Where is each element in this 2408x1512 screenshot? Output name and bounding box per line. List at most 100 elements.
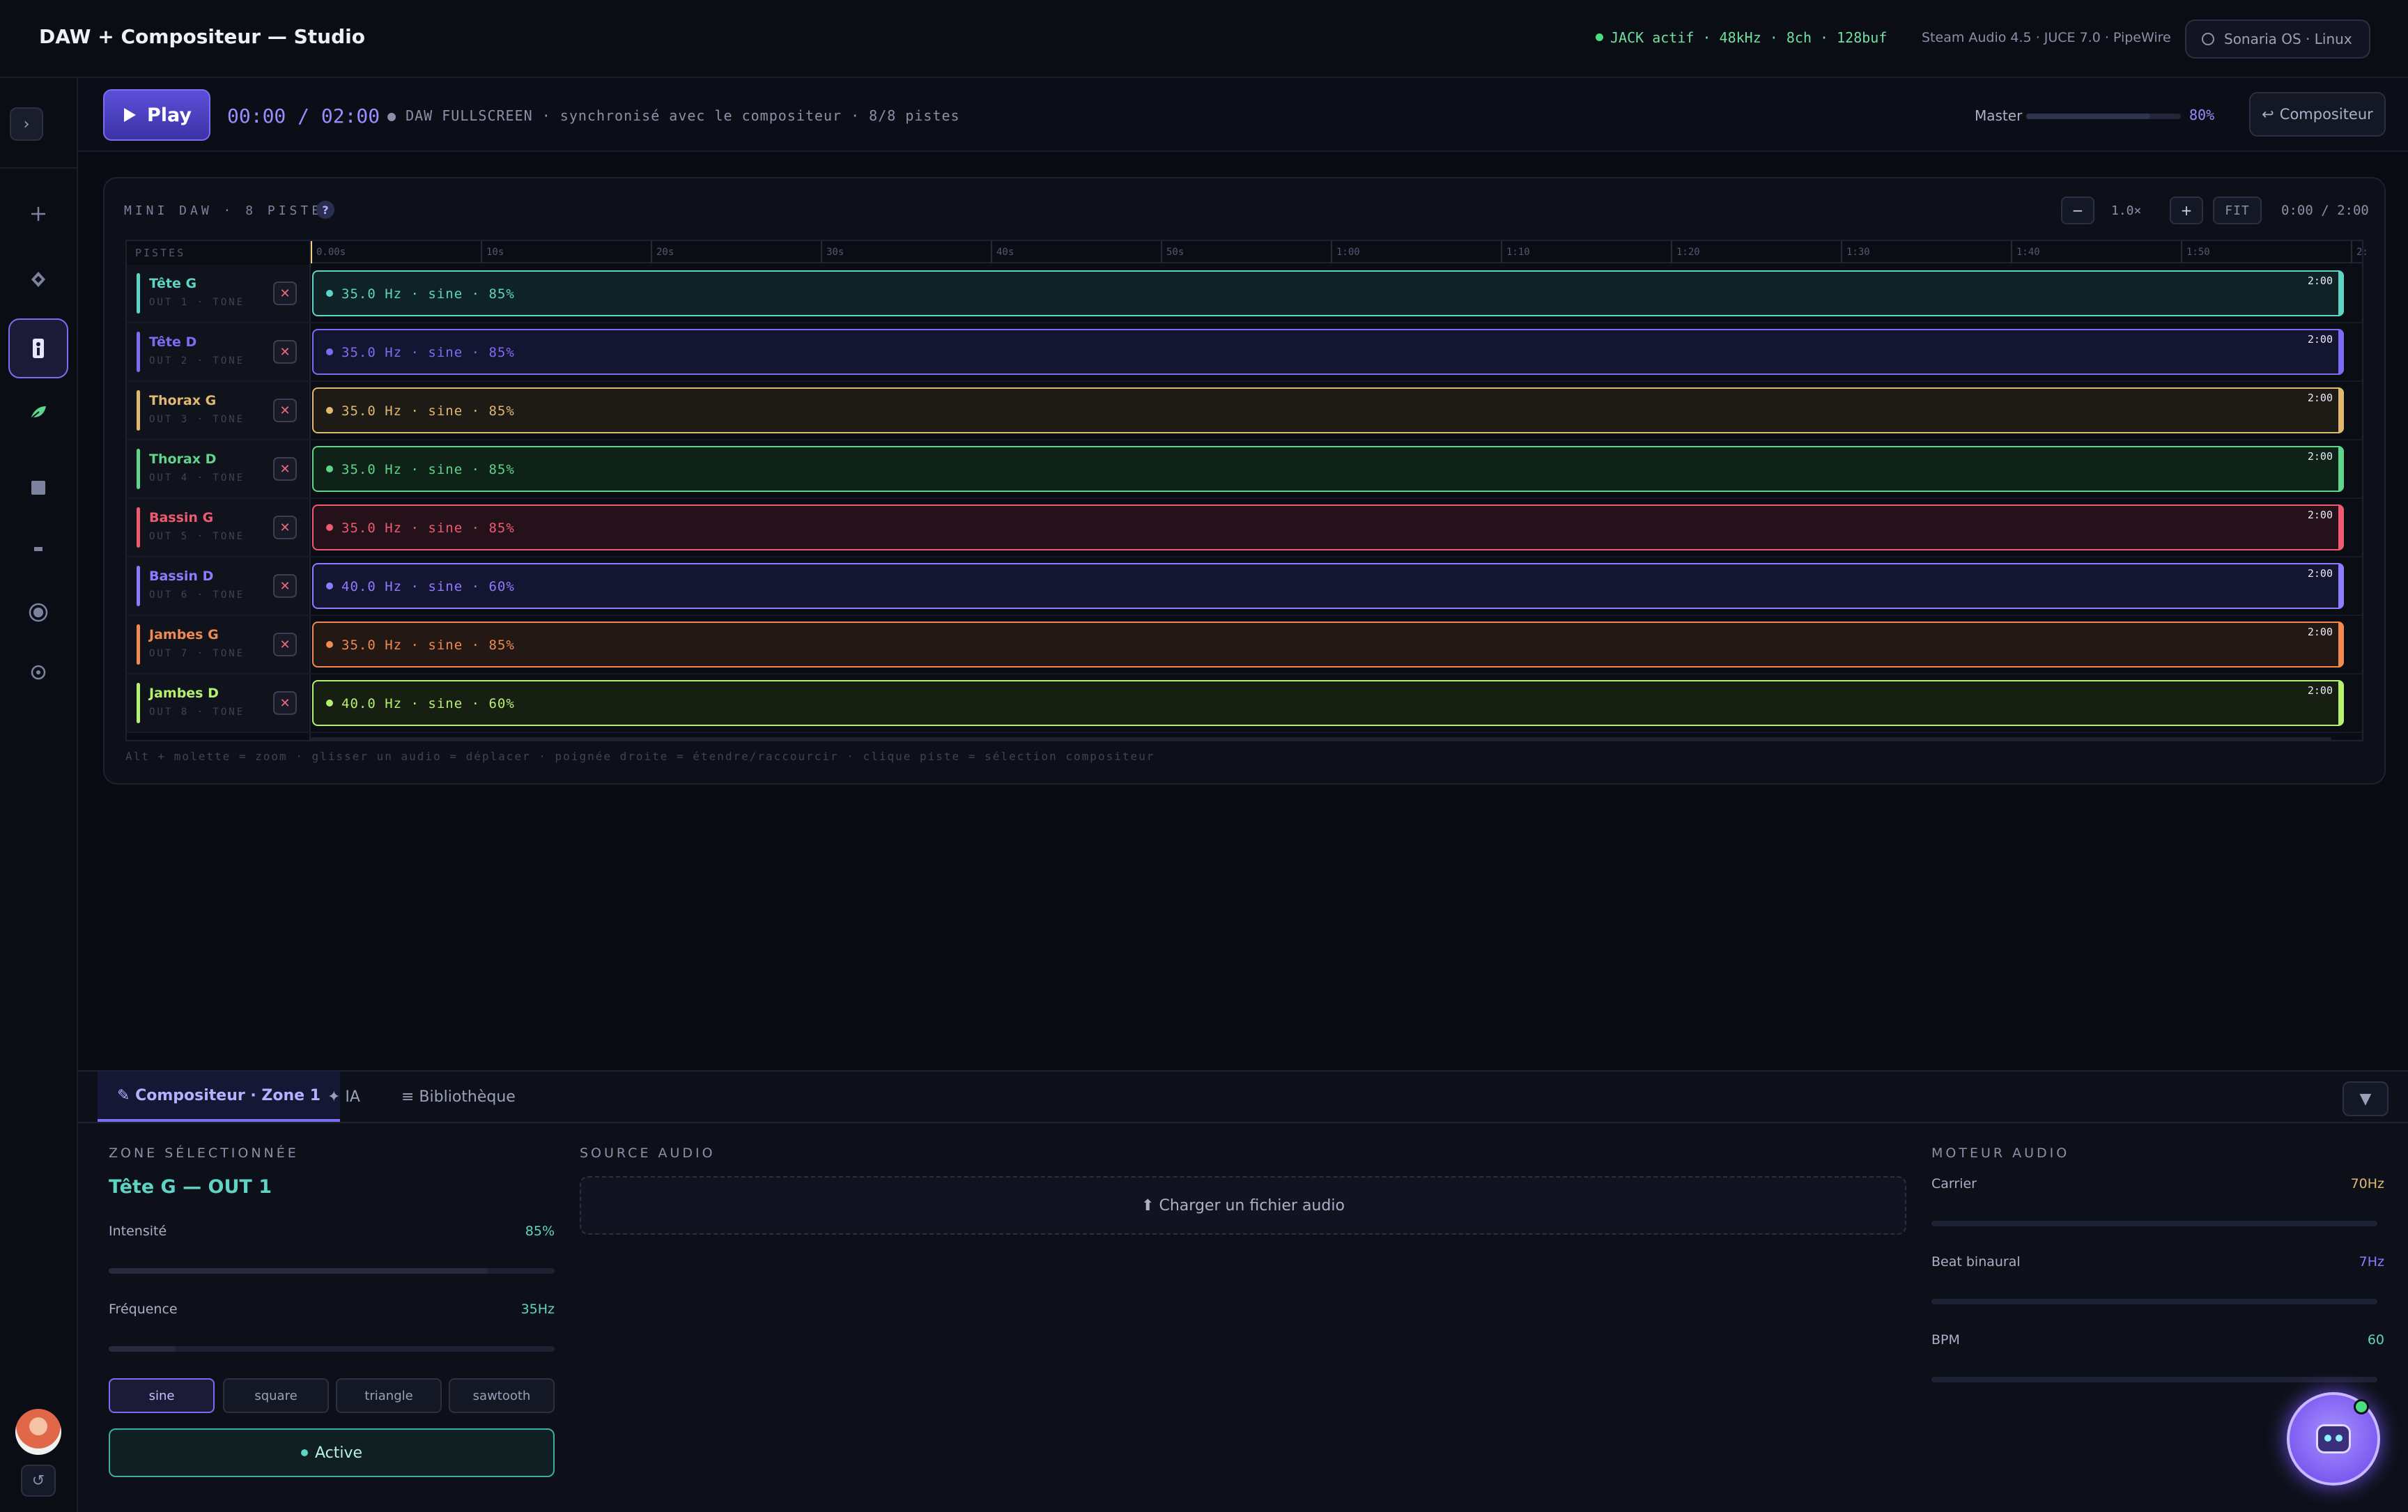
clip-label: 35.0 Hz · sine · 85% bbox=[341, 286, 515, 302]
clip-dot-icon bbox=[326, 583, 333, 589]
compositor-button[interactable]: ↩ Compositeur bbox=[2249, 92, 2386, 137]
audio-clip[interactable]: 35.0 Hz · sine · 85% 2:00 bbox=[312, 504, 2344, 550]
tab-ia[interactable]: ✦ IA bbox=[308, 1072, 380, 1122]
beat-label: Beat binaural bbox=[1931, 1254, 2021, 1270]
clip-label-wrap: 40.0 Hz · sine · 60% bbox=[326, 696, 515, 711]
track-row[interactable]: Bassin G OUT 5 · TONE ✕ 35.0 Hz · sine · 85… bbox=[127, 499, 2362, 557]
track-row[interactable]: Tête G OUT 1 · TONE ✕ 35.0 Hz · sine · 85% 2… bbox=[127, 265, 2362, 323]
zoom-out-button[interactable]: − bbox=[2061, 196, 2094, 224]
ruler-tick: 20s bbox=[651, 241, 674, 263]
clip-end-time: 2:00 bbox=[2307, 509, 2333, 521]
track-header[interactable]: Thorax G OUT 3 · TONE ✕ bbox=[127, 382, 309, 439]
help-icon[interactable]: ? bbox=[316, 201, 334, 219]
target-icon[interactable] bbox=[8, 642, 68, 702]
clip-resize-handle[interactable] bbox=[2338, 329, 2344, 375]
audio-clip[interactable]: 35.0 Hz · sine · 85% 2:00 bbox=[312, 387, 2344, 433]
source-section-title: SOURCE AUDIO bbox=[580, 1145, 716, 1161]
audio-clip[interactable]: 35.0 Hz · sine · 85% 2:00 bbox=[312, 270, 2344, 316]
beat-slider[interactable] bbox=[1931, 1299, 2377, 1304]
track-color-bar bbox=[137, 390, 140, 431]
upload-audio-button[interactable]: ⬆ Charger un fichier audio bbox=[580, 1176, 1906, 1235]
master-volume-slider[interactable] bbox=[2026, 114, 2181, 119]
body-map-icon[interactable] bbox=[8, 318, 68, 378]
track-header[interactable]: Bassin G OUT 5 · TONE ✕ bbox=[127, 499, 309, 556]
add-icon[interactable] bbox=[8, 184, 68, 244]
beat-value: 7Hz bbox=[2359, 1254, 2384, 1270]
clip-resize-handle[interactable] bbox=[2338, 270, 2344, 316]
track-header[interactable]: Jambes G OUT 7 · TONE ✕ bbox=[127, 616, 309, 673]
horizontal-scrollbar[interactable] bbox=[311, 737, 2331, 741]
timeline-ruler[interactable]: 0.00s 10s 20s 30s 40s 50s 1:00 1:10 1:20 1:30 1:40… bbox=[311, 241, 2368, 263]
bpm-slider[interactable] bbox=[1931, 1377, 2377, 1382]
clip-resize-handle[interactable] bbox=[2338, 622, 2344, 668]
wave-sine-button[interactable]: sine bbox=[109, 1378, 215, 1413]
track-row[interactable]: Bassin D OUT 6 · TONE ✕ 40.0 Hz · sine · 60… bbox=[127, 557, 2362, 616]
clip-dot-icon bbox=[326, 348, 333, 355]
audio-clip[interactable]: 40.0 Hz · sine · 60% 2:00 bbox=[312, 680, 2344, 726]
clip-label-wrap: 35.0 Hz · sine · 85% bbox=[326, 345, 515, 360]
frequency-slider[interactable] bbox=[109, 1346, 555, 1352]
track-row[interactable]: Tête D OUT 2 · TONE ✕ 35.0 Hz · sine · 85% 2… bbox=[127, 323, 2362, 382]
wave-triangle-button[interactable]: triangle bbox=[336, 1378, 442, 1413]
track-row[interactable]: Jambes G OUT 7 · TONE ✕ 35.0 Hz · sine · 85… bbox=[127, 616, 2362, 674]
track-row[interactable]: Jambes D OUT 8 · TONE ✕ 40.0 Hz · sine · 60… bbox=[127, 674, 2362, 733]
track-row[interactable]: Thorax G OUT 3 · TONE ✕ 35.0 Hz · sine · 85… bbox=[127, 382, 2362, 440]
audio-clip[interactable]: 35.0 Hz · sine · 85% 2:00 bbox=[312, 622, 2344, 668]
track-header[interactable]: Tête D OUT 2 · TONE ✕ bbox=[127, 323, 309, 380]
active-toggle-button[interactable]: Active bbox=[109, 1428, 555, 1477]
delete-track-icon[interactable]: ✕ bbox=[273, 399, 297, 422]
track-header[interactable]: Bassin D OUT 6 · TONE ✕ bbox=[127, 557, 309, 615]
disc-icon[interactable] bbox=[8, 583, 68, 642]
track-header[interactable]: Jambes D OUT 8 · TONE ✕ bbox=[127, 674, 309, 732]
sidebar-divider bbox=[0, 167, 78, 169]
clip-label: 35.0 Hz · sine · 85% bbox=[341, 520, 515, 536]
track-output: OUT 1 · TONE bbox=[149, 297, 245, 308]
ruler-tick: 1:50 bbox=[2181, 241, 2210, 263]
clip-resize-handle[interactable] bbox=[2338, 680, 2344, 726]
diamond-icon[interactable] bbox=[8, 249, 68, 309]
audio-clip[interactable]: 35.0 Hz · sine · 85% 2:00 bbox=[312, 329, 2344, 375]
track-row[interactable]: Thorax D OUT 4 · TONE ✕ 35.0 Hz · sine · 85… bbox=[127, 440, 2362, 499]
play-button[interactable]: Play bbox=[103, 89, 210, 141]
collapse-panel-button[interactable]: ▼ bbox=[2343, 1081, 2388, 1116]
track-header[interactable]: Tête G OUT 1 · TONE ✕ bbox=[127, 265, 309, 322]
track-output: OUT 2 · TONE bbox=[149, 355, 245, 367]
master-value: 80% bbox=[2189, 107, 2215, 123]
track-name: Thorax G bbox=[149, 393, 217, 408]
delete-track-icon[interactable]: ✕ bbox=[273, 691, 297, 715]
track-header[interactable]: Thorax D OUT 4 · TONE ✕ bbox=[127, 440, 309, 497]
intensity-slider[interactable] bbox=[109, 1268, 555, 1274]
clip-resize-handle[interactable] bbox=[2338, 387, 2344, 433]
time-display: 00:00 / 02:00 bbox=[227, 105, 380, 128]
zoom-in-button[interactable]: + bbox=[2170, 196, 2203, 224]
delete-track-icon[interactable]: ✕ bbox=[273, 633, 297, 656]
delete-track-icon[interactable]: ✕ bbox=[273, 340, 297, 364]
clip-resize-handle[interactable] bbox=[2338, 504, 2344, 550]
intensity-label: Intensité bbox=[109, 1224, 167, 1239]
sidebar-toggle-button[interactable]: › bbox=[10, 107, 43, 141]
audio-clip[interactable]: 35.0 Hz · sine · 85% 2:00 bbox=[312, 446, 2344, 492]
audio-clip[interactable]: 40.0 Hz · sine · 60% 2:00 bbox=[312, 563, 2344, 609]
avatar[interactable] bbox=[15, 1409, 61, 1455]
minus-icon[interactable] bbox=[8, 519, 68, 579]
delete-track-icon[interactable]: ✕ bbox=[273, 574, 297, 598]
tab-compositor[interactable]: ✎ Compositeur · Zone 1 bbox=[98, 1072, 341, 1122]
delete-track-icon[interactable]: ✕ bbox=[273, 281, 297, 305]
history-icon[interactable]: ↺ bbox=[21, 1465, 56, 1497]
carrier-slider[interactable] bbox=[1931, 1221, 2377, 1226]
wave-sawtooth-button[interactable]: sawtooth bbox=[449, 1378, 555, 1413]
track-color-bar bbox=[137, 624, 140, 665]
tab-library[interactable]: ≡ Bibliothèque bbox=[382, 1072, 535, 1122]
square-icon[interactable] bbox=[8, 458, 68, 518]
ruler-tick: 30s bbox=[821, 241, 844, 263]
leaf-icon[interactable] bbox=[8, 382, 68, 442]
wave-square-button[interactable]: square bbox=[223, 1378, 329, 1413]
clip-resize-handle[interactable] bbox=[2338, 446, 2344, 492]
compositor-label: Compositeur bbox=[2279, 106, 2373, 123]
delete-track-icon[interactable]: ✕ bbox=[273, 516, 297, 539]
clip-dot-icon bbox=[326, 465, 333, 472]
fit-button[interactable]: FIT bbox=[2213, 196, 2262, 224]
delete-track-icon[interactable]: ✕ bbox=[273, 457, 297, 481]
os-badge[interactable]: Sonaria OS · Linux bbox=[2185, 20, 2370, 59]
clip-resize-handle[interactable] bbox=[2338, 563, 2344, 609]
